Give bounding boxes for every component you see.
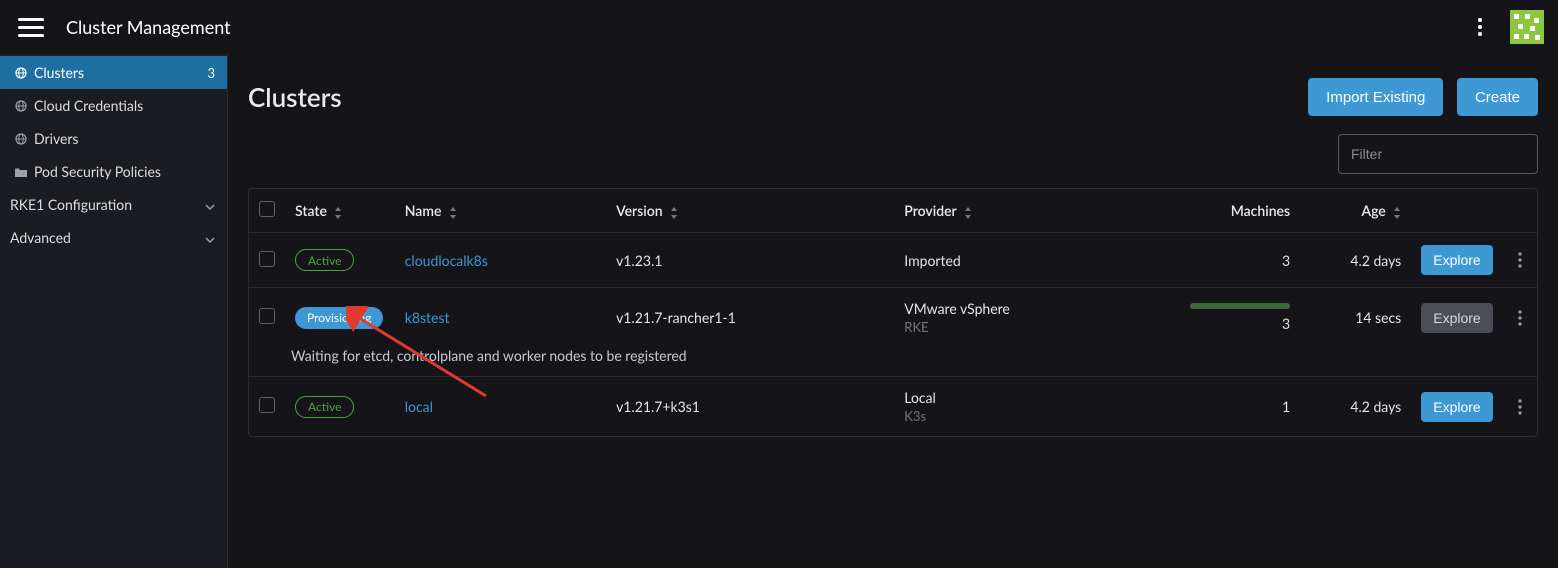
chevron-down-icon [205, 229, 215, 246]
sidebar-group-label: RKE1 Configuration [10, 196, 132, 213]
sidebar-group-rke1-configuration[interactable]: RKE1 Configuration [0, 188, 227, 221]
column-header-version[interactable]: Version [606, 189, 894, 233]
globe-icon [14, 66, 28, 80]
sidebar-item-label: Drivers [34, 130, 79, 147]
sidebar-group-advanced[interactable]: Advanced [0, 221, 227, 254]
column-header-age[interactable]: Age [1300, 189, 1411, 233]
sidebar-item-cloud-credentials[interactable]: Cloud Credentials [0, 89, 227, 122]
state-badge: Active [295, 396, 354, 418]
sidebar-item-label: Clusters [34, 64, 84, 81]
column-header-name[interactable]: Name [395, 189, 606, 233]
state-badge: Active [295, 249, 354, 271]
column-header-machines[interactable]: Machines [1163, 189, 1300, 233]
sidebar-item-drivers[interactable]: Drivers [0, 122, 227, 155]
explore-button[interactable]: Explore [1421, 245, 1492, 275]
column-header-provider[interactable]: Provider [894, 189, 1163, 233]
cluster-version: v1.23.1 [606, 233, 894, 288]
sort-icon [964, 207, 972, 219]
machines-count: 3 [1163, 233, 1300, 288]
sort-icon [670, 207, 678, 219]
globe-icon [14, 99, 28, 113]
create-button[interactable]: Create [1457, 78, 1538, 116]
explore-button[interactable]: Explore [1421, 303, 1492, 333]
globe-icon [14, 132, 28, 146]
sidebar: Clusters 3 Cloud Credentials Drivers Pod… [0, 54, 228, 568]
column-header-state[interactable]: State [285, 189, 395, 233]
sort-icon [1393, 207, 1401, 219]
sidebar-item-clusters[interactable]: Clusters 3 [0, 56, 227, 89]
select-all-checkbox[interactable] [259, 201, 275, 217]
cluster-name-link[interactable]: cloudlocalk8s [405, 252, 488, 269]
row-checkbox[interactable] [259, 251, 275, 267]
cluster-version: v1.21.7+k3s1 [606, 377, 894, 437]
row-checkbox[interactable] [259, 308, 275, 324]
top-bar: Cluster Management [0, 0, 1558, 54]
clusters-table: State Name Version Provider [248, 188, 1538, 437]
filter-input[interactable] [1338, 134, 1538, 174]
cluster-provider: LocalK3s [894, 377, 1163, 437]
import-existing-button[interactable]: Import Existing [1308, 78, 1443, 116]
sidebar-group-label: Advanced [10, 229, 71, 246]
row-checkbox[interactable] [259, 397, 275, 413]
sidebar-item-label: Pod Security Policies [34, 163, 161, 180]
cluster-provider: Imported [894, 233, 1163, 288]
row-kebab-icon[interactable] [1513, 252, 1527, 268]
menu-hamburger-icon[interactable] [18, 14, 44, 40]
cluster-name-link[interactable]: local [405, 398, 433, 415]
cluster-age: 4.2 days [1300, 233, 1411, 288]
machines-count: 3 [1163, 288, 1300, 348]
table-header-row: State Name Version Provider [249, 189, 1537, 233]
progress-bar [1190, 303, 1290, 309]
chevron-down-icon [205, 196, 215, 213]
cluster-age: 14 secs [1300, 288, 1411, 348]
table-row-status: Waiting for etcd, controlplane and worke… [249, 347, 1537, 377]
table-row[interactable]: Active local v1.21.7+k3s1LocalK3s14.2 days… [249, 377, 1537, 437]
folder-icon [14, 165, 28, 179]
cluster-name-link[interactable]: k8stest [405, 309, 450, 326]
row-kebab-icon[interactable] [1513, 310, 1527, 326]
sidebar-item-pod-security-policies[interactable]: Pod Security Policies [0, 155, 227, 188]
state-badge: Provisioning [295, 307, 383, 329]
topbar-kebab-icon[interactable] [1468, 15, 1492, 39]
sort-icon [334, 207, 342, 219]
app-title: Cluster Management [66, 16, 231, 38]
cluster-version: v1.21.7-rancher1-1 [606, 288, 894, 348]
brand-logo-icon[interactable] [1510, 10, 1544, 44]
sidebar-item-count: 3 [207, 65, 215, 81]
table-row[interactable]: Active cloudlocalk8s v1.23.1Imported34.2 d… [249, 233, 1537, 288]
cluster-provider: VMware vSphereRKE [894, 288, 1163, 348]
row-kebab-icon[interactable] [1513, 399, 1527, 415]
page-title: Clusters [248, 81, 342, 113]
sidebar-item-label: Cloud Credentials [34, 97, 143, 114]
main-content: Clusters Import Existing Create State [228, 54, 1558, 568]
table-row[interactable]: Provisioning k8stest v1.21.7-rancher1-1VMw… [249, 288, 1537, 348]
cluster-age: 4.2 days [1300, 377, 1411, 437]
sort-icon [449, 207, 457, 219]
explore-button[interactable]: Explore [1421, 392, 1492, 422]
machines-count: 1 [1163, 377, 1300, 437]
